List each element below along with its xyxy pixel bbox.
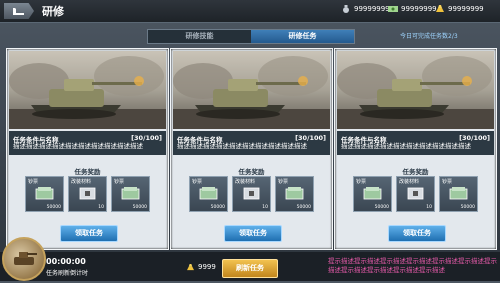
currency-cash: 99999999 — [388, 5, 437, 13]
task-description: 描述描述描述描述描述描述描述描述描述描述 — [13, 142, 143, 150]
reward-slot[interactable]: 钞票 50000 — [25, 176, 64, 212]
cash-stack-icon — [121, 187, 140, 200]
tank-emblem-icon — [14, 252, 37, 265]
reward-count: 10 — [262, 205, 268, 210]
refresh-cost: 9999 — [186, 263, 216, 271]
reward-label: 任务奖励 — [402, 168, 429, 176]
reward-slot[interactable]: 改装材料 10 — [232, 176, 271, 212]
task-description: 描述描述描述描述描述描述描述描述描述描述 — [341, 142, 471, 150]
gold-bars-icon — [436, 5, 444, 12]
task-progress: [30/100] — [131, 134, 162, 142]
tab-skills[interactable]: 研修技能 — [148, 30, 251, 43]
reward-slot[interactable]: 钞票 50000 — [189, 176, 228, 212]
reward-name: 钞票 — [442, 179, 453, 185]
claim-task-button[interactable]: 领取任务 — [224, 225, 282, 242]
back-arrow-icon — [13, 8, 24, 15]
task-card: 任务条件与名称 [30/100] 描述描述描述描述描述描述描述描述描述描述 任务… — [334, 48, 497, 250]
reward-count: 50000 — [132, 205, 147, 210]
task-description: 描述描述描述描述描述描述描述描述描述描述 — [177, 142, 307, 150]
reward-slot[interactable]: 钞票 50000 — [353, 176, 392, 212]
task-progress: [30/100] — [295, 134, 326, 142]
claim-task-button[interactable]: 领取任务 — [388, 225, 446, 242]
reward-slot[interactable]: 钞票 50000 — [439, 176, 478, 212]
tank-image — [173, 51, 330, 129]
currency-gold: 99999999 — [435, 5, 484, 13]
reward-count: 50000 — [46, 205, 61, 210]
tab-tasks[interactable]: 研修任务 — [251, 30, 354, 43]
parts-box-icon — [243, 187, 260, 200]
cash-stack-icon — [449, 187, 468, 200]
daily-task-count: 今日可完成任务数2/3 — [400, 33, 458, 40]
reward-label: 任务奖励 — [74, 168, 101, 176]
currency-value: 99999999 — [448, 5, 484, 13]
refresh-tasks-button[interactable]: 刷新任务 — [222, 259, 278, 278]
cash-icon — [388, 6, 398, 12]
reward-slot[interactable]: 改装材料 10 — [68, 176, 107, 212]
cash-stack-icon — [363, 187, 382, 200]
back-button[interactable] — [4, 3, 34, 19]
claim-task-button[interactable]: 领取任务 — [60, 225, 118, 242]
reward-slot[interactable]: 钞票 50000 — [275, 176, 314, 212]
parts-box-icon — [407, 187, 424, 200]
reward-count: 50000 — [210, 205, 225, 210]
reward-name: 钞票 — [356, 179, 367, 185]
reward-name: 改装材料 — [399, 179, 420, 185]
reward-name: 钞票 — [28, 179, 39, 185]
reward-label: 任务奖励 — [238, 168, 265, 176]
tank-image — [337, 51, 494, 129]
task-progress: [30/100] — [459, 134, 490, 142]
medal-icon — [343, 5, 349, 13]
reward-name: 钞票 — [114, 179, 125, 185]
reward-count: 50000 — [374, 205, 389, 210]
task-card: 任务条件与名称 [30/100] 描述描述描述描述描述描述描述描述描述描述 任务… — [170, 48, 333, 250]
reward-name: 改装材料 — [235, 179, 256, 185]
cash-stack-icon — [35, 187, 54, 200]
gold-bars-icon — [187, 263, 194, 270]
reward-count: 50000 — [460, 205, 475, 210]
page-title: 研修 — [42, 5, 64, 18]
currency-value: 99999999 — [354, 5, 390, 13]
reward-count: 10 — [426, 205, 432, 210]
currency-value: 99999999 — [401, 5, 437, 13]
tab-bar: 研修技能 研修任务 — [147, 29, 355, 44]
refresh-timer-label: 任务刷新倒计时 — [46, 270, 89, 277]
reward-name: 钞票 — [192, 179, 203, 185]
cash-stack-icon — [199, 187, 218, 200]
parts-box-icon — [79, 187, 96, 200]
refresh-cost-value: 9999 — [198, 263, 216, 271]
reward-count: 10 — [98, 205, 104, 210]
task-card: 任务条件与名称 [30/100] 描述描述描述描述描述描述描述描述描述描述 任务… — [6, 48, 169, 250]
cash-stack-icon — [285, 187, 304, 200]
tip-text: 提示描述提示描述提示描述提示描述提示描述提示描述提示描述提示描述提示描述提示描述… — [328, 257, 497, 274]
top-bar: 研修 99999999 99999999 99999999 — [0, 0, 500, 23]
reward-slot[interactable]: 钞票 50000 — [111, 176, 150, 212]
reward-name: 钞票 — [278, 179, 289, 185]
refresh-timer: 00:00:00 — [46, 257, 86, 266]
tank-image — [9, 51, 166, 129]
reward-slot[interactable]: 改装材料 10 — [396, 176, 435, 212]
reward-count: 50000 — [296, 205, 311, 210]
currency-medal: 99999999 — [341, 5, 390, 13]
timer-badge — [2, 237, 46, 281]
reward-name: 改装材料 — [71, 179, 92, 185]
